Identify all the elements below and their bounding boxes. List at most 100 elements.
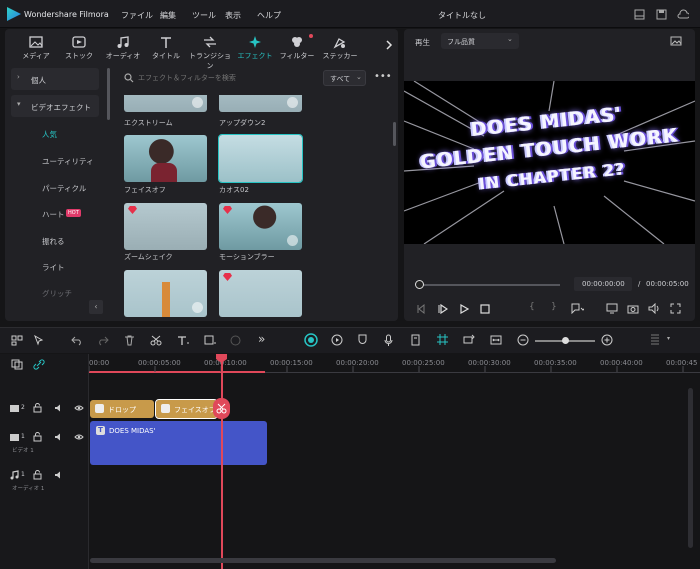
scissors-icon[interactable]	[150, 335, 162, 346]
undo-icon[interactable]	[71, 335, 83, 346]
redo-icon[interactable]	[97, 335, 109, 346]
sidebar-scrollbar[interactable]	[107, 68, 110, 120]
sidebar-item-video-effects[interactable]: ▾ ビデオエフェクト	[11, 95, 99, 117]
effect-thumbnail[interactable]	[219, 203, 302, 250]
sidebar-item-shake[interactable]: 振れる	[42, 236, 65, 247]
tab-stickers[interactable]: ステッカー	[318, 35, 362, 61]
sidebar-item-personal[interactable]: › 個人	[11, 68, 99, 90]
timeline-horizontal-scrollbar[interactable]	[90, 558, 556, 563]
prev-frame-icon[interactable]	[416, 304, 426, 314]
microphone-icon[interactable]	[383, 334, 394, 346]
menu-view[interactable]: 表示	[225, 10, 241, 21]
fullscreen-icon[interactable]	[670, 303, 681, 314]
more-icon[interactable]: •••	[374, 71, 392, 82]
render-icon[interactable]	[331, 334, 343, 346]
tab-stock[interactable]: ストック	[57, 35, 101, 61]
play-icon[interactable]	[459, 304, 469, 314]
tab-filters[interactable]: フィルター	[275, 34, 319, 61]
clip-effect-faceoff[interactable]: フェイスオフ	[155, 399, 218, 419]
auto-sync-icon[interactable]	[463, 334, 475, 346]
effect-thumbnail[interactable]	[218, 134, 303, 183]
chevron-right-icon[interactable]	[385, 40, 393, 50]
timeline-vertical-scrollbar[interactable]	[688, 388, 693, 548]
effect-thumbnail[interactable]	[219, 95, 302, 112]
voiceover-icon[interactable]	[410, 334, 421, 346]
lock-icon[interactable]	[33, 432, 42, 442]
add-track-icon[interactable]	[11, 359, 23, 370]
playhead-split-button[interactable]	[213, 398, 230, 419]
tab-effects[interactable]: エフェクト	[233, 35, 277, 61]
play-backward-icon[interactable]	[437, 304, 448, 314]
cloud-icon[interactable]	[677, 9, 689, 20]
filter-dropdown[interactable]: すべて ⌄	[323, 70, 366, 86]
grid-layout-icon[interactable]	[650, 333, 660, 347]
eye-icon[interactable]	[74, 433, 84, 441]
download-icon[interactable]	[192, 302, 203, 313]
image-icon[interactable]	[670, 36, 682, 46]
playhead-line[interactable]	[221, 355, 223, 569]
quality-dropdown[interactable]: フル品質 ⌄	[441, 33, 519, 49]
stop-icon[interactable]	[480, 304, 490, 314]
ai-icon[interactable]	[304, 333, 318, 347]
delete-icon[interactable]	[124, 335, 135, 346]
zoom-slider-handle[interactable]	[562, 337, 569, 344]
sidebar-item-popular[interactable]: 人気	[42, 129, 57, 140]
eye-icon[interactable]	[74, 404, 84, 412]
sidebar-item-heart[interactable]: ハート	[42, 209, 65, 220]
search-input[interactable]	[138, 70, 313, 86]
crop-icon[interactable]	[204, 335, 216, 346]
select-tool-icon[interactable]	[33, 335, 46, 346]
speaker-icon[interactable]	[54, 403, 64, 413]
zoom-in-icon[interactable]	[601, 334, 613, 346]
tab-titles[interactable]: タイトル	[144, 35, 188, 61]
display-icon[interactable]	[606, 303, 618, 314]
menu-edit[interactable]: 編集	[160, 10, 176, 21]
sidebar-item-light[interactable]: ライト	[42, 262, 65, 273]
effect-thumbnail[interactable]	[124, 135, 207, 182]
lock-icon[interactable]	[33, 470, 42, 480]
download-icon[interactable]	[192, 97, 203, 108]
effect-thumbnail[interactable]	[124, 95, 207, 112]
progress-track[interactable]	[420, 284, 560, 286]
color-icon[interactable]	[230, 335, 241, 346]
progress-handle[interactable]	[415, 280, 424, 289]
clip-title-does-midas[interactable]: T DOES MIDAS'	[90, 421, 267, 465]
speaker-icon[interactable]	[54, 432, 64, 442]
layout-grid-icon[interactable]	[11, 335, 23, 346]
sidebar-item-utility[interactable]: ユーティリティ	[42, 156, 94, 167]
link-icon[interactable]	[33, 359, 45, 370]
mark-in-icon[interactable]: {	[529, 302, 535, 312]
text-tool-icon[interactable]	[177, 335, 190, 346]
more-tools-icon[interactable]: »	[258, 332, 265, 346]
volume-icon[interactable]	[648, 303, 660, 314]
marker-icon[interactable]	[570, 303, 584, 314]
tab-audio[interactable]: オーディオ	[101, 35, 145, 61]
download-icon[interactable]	[287, 235, 298, 246]
menu-help[interactable]: ヘルプ	[257, 10, 281, 21]
current-time-box[interactable]: 00:00:00:00	[574, 277, 632, 291]
layout-icon[interactable]	[634, 9, 645, 20]
sidebar-item-glitch[interactable]: グリッチ	[42, 288, 72, 299]
clip-effect-drop[interactable]: ドロップ	[90, 400, 154, 418]
menu-tools[interactable]: ツール	[192, 10, 216, 21]
fit-icon[interactable]	[490, 334, 502, 346]
effect-thumbnail[interactable]	[124, 203, 207, 250]
speaker-icon[interactable]	[54, 470, 64, 480]
shield-icon[interactable]	[357, 334, 368, 346]
snap-icon[interactable]	[436, 333, 449, 346]
effects-scrollbar[interactable]	[393, 122, 396, 146]
effect-thumbnail[interactable]	[219, 270, 302, 317]
effect-thumbnail[interactable]	[124, 270, 207, 317]
download-icon[interactable]	[287, 97, 298, 108]
mark-out-icon[interactable]: }	[551, 302, 557, 312]
collapse-sidebar-button[interactable]: ‹	[89, 300, 103, 314]
menu-file[interactable]: ファイル	[121, 10, 153, 21]
snapshot-icon[interactable]	[627, 303, 639, 314]
tab-media[interactable]: メディア	[14, 35, 58, 61]
preview-canvas[interactable]: DOES MIDAS' GOLDEN TOUCH WORK IN CHAPTER…	[404, 81, 695, 244]
chevron-down-icon[interactable]: ▾	[667, 335, 670, 342]
tab-transitions[interactable]: トランジション	[188, 35, 232, 71]
sidebar-item-particles[interactable]: パーティクル	[42, 183, 86, 194]
zoom-out-icon[interactable]	[517, 334, 529, 346]
save-icon[interactable]	[656, 9, 667, 20]
